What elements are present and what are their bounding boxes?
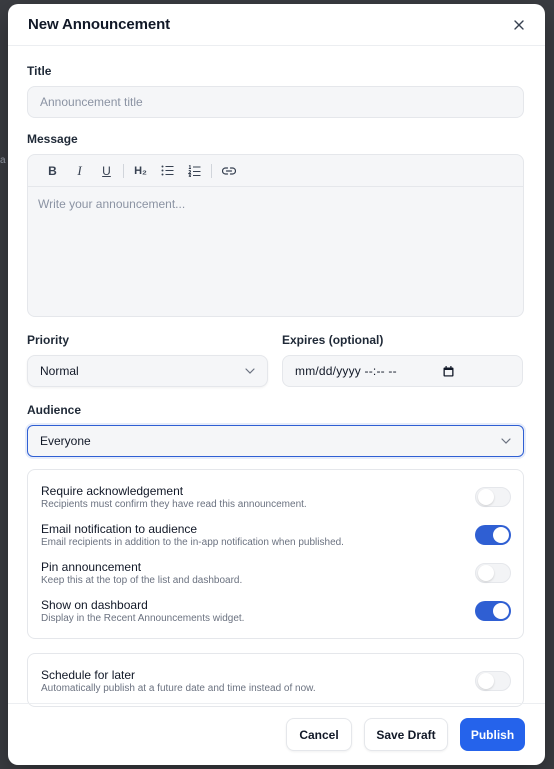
option-title: Schedule for later bbox=[41, 667, 136, 682]
option-description: Email recipients in addition to the in-a… bbox=[41, 536, 344, 548]
audience-value: Everyone bbox=[40, 434, 91, 448]
option-require-acknowledgement: Require acknowledgement Recipients must … bbox=[41, 478, 511, 516]
modal-header: New Announcement bbox=[8, 4, 545, 46]
option-title: Require acknowledgement bbox=[41, 483, 184, 498]
heading-button[interactable]: H₂ bbox=[127, 160, 154, 182]
priority-expires-row: Priority Normal Expires (optional) mm/dd… bbox=[27, 333, 525, 387]
modal-body: Title Message B I U H₂ bbox=[8, 46, 545, 707]
chevron-down-icon bbox=[245, 368, 255, 374]
option-show-on-dashboard: Show on dashboard Display in the Recent … bbox=[41, 592, 511, 630]
bullet-list-icon bbox=[161, 165, 174, 176]
toggle-knob bbox=[493, 527, 509, 543]
publish-button[interactable]: Publish bbox=[460, 718, 525, 751]
schedule-later-toggle[interactable] bbox=[475, 671, 511, 691]
link-icon bbox=[221, 166, 236, 175]
link-button[interactable] bbox=[215, 160, 242, 182]
priority-field: Priority Normal bbox=[27, 333, 268, 387]
save-draft-button[interactable]: Save Draft bbox=[364, 718, 448, 751]
priority-value: Normal bbox=[40, 364, 79, 378]
option-pin-announcement: Pin announcement Keep this at the top of… bbox=[41, 554, 511, 592]
audience-label: Audience bbox=[27, 403, 82, 417]
bold-button[interactable]: B bbox=[39, 160, 66, 182]
option-description: Recipients must confirm they have read t… bbox=[41, 498, 307, 510]
message-textarea[interactable] bbox=[28, 187, 523, 316]
backdrop-text-fragment: a bbox=[0, 155, 6, 166]
italic-button[interactable]: I bbox=[66, 160, 93, 182]
show-on-dashboard-toggle[interactable] bbox=[475, 601, 511, 621]
close-button[interactable] bbox=[509, 15, 529, 35]
email-notification-toggle[interactable] bbox=[475, 525, 511, 545]
underline-icon: U bbox=[102, 163, 111, 178]
modal-title: New Announcement bbox=[28, 16, 171, 33]
priority-select[interactable]: Normal bbox=[27, 355, 268, 387]
toggle-knob bbox=[493, 603, 509, 619]
calendar-icon[interactable] bbox=[443, 365, 454, 377]
title-input[interactable] bbox=[27, 86, 524, 118]
bold-icon: B bbox=[48, 163, 57, 178]
options-card: Require acknowledgement Recipients must … bbox=[27, 469, 524, 639]
option-description: Automatically publish at a future date a… bbox=[41, 682, 316, 694]
expires-placeholder: mm/dd/yyyy --:-- -- bbox=[295, 364, 397, 378]
option-title: Pin announcement bbox=[41, 559, 142, 574]
toolbar-divider bbox=[123, 163, 124, 178]
option-title: Email notification to audience bbox=[41, 521, 198, 536]
option-schedule-later: Schedule for later Automatically publish… bbox=[41, 666, 511, 696]
toggle-knob bbox=[478, 673, 494, 689]
italic-icon: I bbox=[77, 162, 82, 178]
heading-icon: H₂ bbox=[134, 164, 147, 177]
option-title: Show on dashboard bbox=[41, 597, 148, 612]
close-icon bbox=[514, 19, 524, 30]
audience-select[interactable]: Everyone bbox=[27, 425, 524, 457]
expires-input[interactable]: mm/dd/yyyy --:-- -- bbox=[282, 355, 523, 387]
toggle-knob bbox=[478, 565, 494, 581]
editor-toolbar: B I U H₂ bbox=[28, 155, 523, 187]
schedule-card: Schedule for later Automatically publish… bbox=[27, 653, 524, 707]
bullet-list-button[interactable] bbox=[154, 160, 181, 182]
option-email-notification: Email notification to audience Email rec… bbox=[41, 516, 511, 554]
audience-field: Audience Everyone bbox=[27, 403, 525, 457]
new-announcement-modal: New Announcement Title Message B I U H₂ bbox=[8, 4, 545, 765]
require-acknowledgement-toggle[interactable] bbox=[475, 487, 511, 507]
message-editor: B I U H₂ bbox=[27, 154, 524, 317]
toolbar-divider bbox=[211, 163, 212, 178]
modal-footer: Cancel Save Draft Publish bbox=[8, 703, 545, 765]
numbered-list-button[interactable] bbox=[181, 160, 208, 182]
option-description: Keep this at the top of the list and das… bbox=[41, 574, 243, 586]
expires-label: Expires (optional) bbox=[282, 333, 384, 347]
cancel-button[interactable]: Cancel bbox=[286, 718, 352, 751]
expires-field: Expires (optional) mm/dd/yyyy --:-- -- bbox=[282, 333, 523, 387]
option-description: Display in the Recent Announcements widg… bbox=[41, 612, 245, 624]
priority-label: Priority bbox=[27, 333, 70, 347]
underline-button[interactable]: U bbox=[93, 160, 120, 182]
message-label: Message bbox=[27, 132, 78, 146]
pin-announcement-toggle[interactable] bbox=[475, 563, 511, 583]
chevron-down-icon bbox=[501, 438, 511, 444]
numbered-list-icon bbox=[188, 164, 201, 177]
toggle-knob bbox=[478, 489, 494, 505]
title-label: Title bbox=[27, 64, 52, 78]
